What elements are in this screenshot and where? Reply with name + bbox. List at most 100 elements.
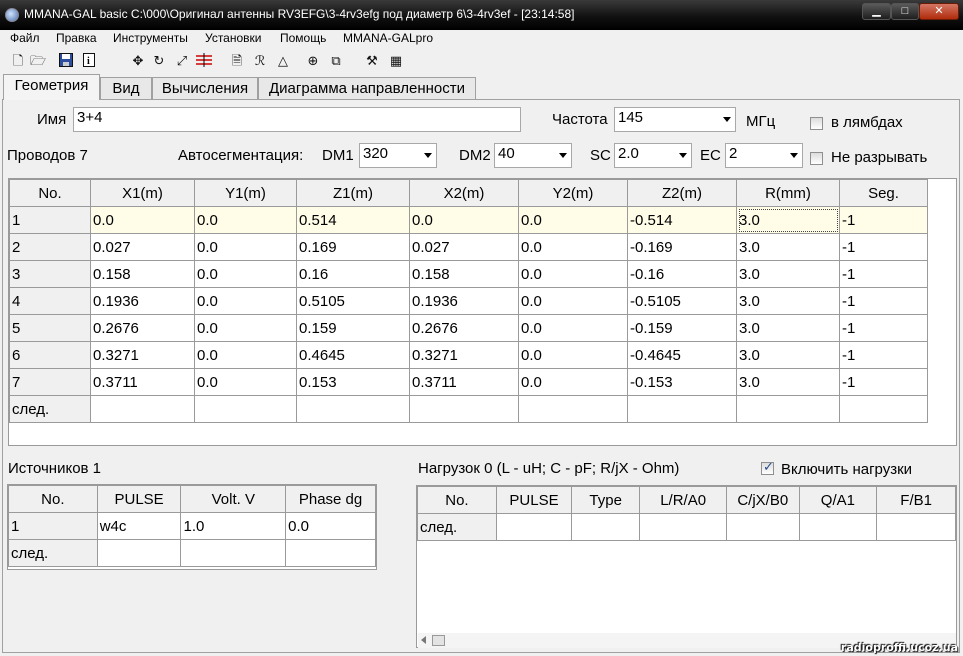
table-cell[interactable]: -1: [839, 233, 928, 261]
table-row[interactable]: 1 w4c 1.0 0.0: [8, 512, 376, 540]
table-cell[interactable]: 0.3711: [90, 368, 195, 396]
table-cell[interactable]: 0.153: [296, 368, 410, 396]
name-input[interactable]: 3+4: [73, 107, 521, 132]
table-cell[interactable]: 0.027: [90, 233, 195, 261]
table-cell[interactable]: 3.0: [736, 368, 840, 396]
table-cell[interactable]: 1.0: [180, 512, 287, 540]
menu-pro[interactable]: MMANA-GALpro: [343, 31, 433, 45]
table-cell[interactable]: 0.514: [296, 206, 410, 234]
minimize-button[interactable]: ▁: [862, 3, 891, 20]
open-folder-icon[interactable]: 🗁: [30, 53, 46, 69]
table-cell[interactable]: 0.16: [296, 260, 410, 288]
column-header[interactable]: No.: [8, 485, 98, 513]
tab-geometry[interactable]: Геометрия: [3, 74, 100, 100]
table-cell[interactable]: [627, 395, 737, 423]
ec-combo[interactable]: 2: [725, 143, 803, 168]
table-cell[interactable]: 0.0: [194, 368, 297, 396]
column-header[interactable]: F/B1: [876, 486, 956, 514]
enable-loads-checkbox[interactable]: ✓: [761, 459, 774, 475]
tab-calculations[interactable]: Вычисления: [152, 77, 258, 99]
table-cell[interactable]: [96, 539, 182, 567]
table-cell[interactable]: 3.0: [736, 260, 840, 288]
column-header[interactable]: Type: [571, 486, 641, 514]
row-header[interactable]: 6: [9, 341, 91, 369]
column-header[interactable]: PULSE: [495, 486, 573, 514]
table-cell[interactable]: [180, 539, 287, 567]
table-cell[interactable]: 3.0: [736, 287, 840, 315]
table-row-next[interactable]: след.: [8, 539, 376, 567]
table-cell[interactable]: [285, 539, 376, 567]
table-cell[interactable]: 0.1936: [90, 287, 195, 315]
menu-edit[interactable]: Правка: [56, 31, 97, 45]
table-cell[interactable]: 0.0: [194, 341, 297, 369]
column-header[interactable]: Volt. V: [180, 485, 287, 513]
table-cell[interactable]: 0.0: [285, 512, 376, 540]
resize-icon[interactable]: ⤢: [174, 53, 190, 69]
table-cell[interactable]: 0.0: [194, 233, 297, 261]
row-header[interactable]: 3: [9, 260, 91, 288]
table-cell[interactable]: 0.0: [518, 233, 628, 261]
table-cell[interactable]: 0.0: [518, 260, 628, 288]
table-cell[interactable]: -1: [839, 287, 928, 315]
copy-icon[interactable]: ⧉: [328, 53, 344, 69]
maximize-button[interactable]: □: [891, 3, 919, 20]
table-cell[interactable]: 3.0: [736, 341, 840, 369]
table-cell[interactable]: 0.2676: [409, 314, 519, 342]
table-cell[interactable]: -1: [839, 260, 928, 288]
dm2-combo[interactable]: 40: [494, 143, 572, 168]
table-cell[interactable]: 0.0: [194, 206, 297, 234]
row-header[interactable]: 5: [9, 314, 91, 342]
target-icon[interactable]: ⊕: [305, 53, 321, 69]
table-cell[interactable]: [90, 395, 195, 423]
table-cell[interactable]: [839, 395, 928, 423]
column-header[interactable]: No.: [9, 179, 91, 207]
table-cell[interactable]: 0.0: [90, 206, 195, 234]
rotate-icon[interactable]: ↻: [151, 53, 167, 69]
table-cell[interactable]: -0.159: [627, 314, 737, 342]
table-cell[interactable]: 0.0: [194, 314, 297, 342]
sheet-icon[interactable]: 🗎: [229, 53, 245, 69]
table-cell[interactable]: -0.169: [627, 233, 737, 261]
table-row[interactable]: 2 0.027 0.0 0.169 0.027 0.0 -0.169 3.0 -…: [9, 233, 928, 261]
triangle-icon[interactable]: △: [275, 53, 291, 69]
table-cell[interactable]: 0.0: [518, 341, 628, 369]
table-cell[interactable]: 0.3271: [90, 341, 195, 369]
column-header[interactable]: Phase dg: [285, 485, 376, 513]
sc-combo[interactable]: 2.0: [614, 143, 692, 168]
menu-settings[interactable]: Установки: [205, 31, 261, 45]
column-header[interactable]: No.: [417, 486, 497, 514]
app-icon[interactable]: [5, 8, 19, 22]
table-cell[interactable]: 0.0: [518, 368, 628, 396]
menu-tools[interactable]: Инструменты: [113, 31, 188, 45]
table-row[interactable]: 6 0.3271 0.0 0.4645 0.3271 0.0 -0.4645 3…: [9, 341, 928, 369]
table-cell[interactable]: 3.0: [736, 233, 840, 261]
table-cell[interactable]: 0.027: [409, 233, 519, 261]
table-cell[interactable]: 0.0: [518, 206, 628, 234]
table-row[interactable]: 5 0.2676 0.0 0.159 0.2676 0.0 -0.159 3.0…: [9, 314, 928, 342]
table-cell[interactable]: -0.16: [627, 260, 737, 288]
new-file-icon[interactable]: 🗋: [10, 53, 26, 69]
table-cell[interactable]: 0.5105: [296, 287, 410, 315]
table-row[interactable]: 7 0.3711 0.0 0.153 0.3711 0.0 -0.153 3.0…: [9, 368, 928, 396]
table-cell[interactable]: [571, 513, 641, 541]
table-cell[interactable]: 0.0: [194, 260, 297, 288]
scroll-thumb[interactable]: [432, 635, 445, 646]
table-cell[interactable]: -1: [839, 206, 928, 234]
tab-pattern[interactable]: Диаграмма направленности: [258, 77, 476, 99]
table-row-next[interactable]: след.: [9, 395, 928, 423]
table-cell[interactable]: 3.0: [736, 206, 840, 234]
table-cell[interactable]: [495, 513, 573, 541]
table-cell[interactable]: 0.0: [194, 287, 297, 315]
tab-view[interactable]: Вид: [100, 77, 152, 99]
formula-icon[interactable]: ℛ: [252, 53, 268, 69]
table-cell[interactable]: -1: [839, 314, 928, 342]
table-cell[interactable]: -0.514: [627, 206, 737, 234]
table-cell[interactable]: 0.0: [518, 287, 628, 315]
table-cell[interactable]: [726, 513, 800, 541]
column-header[interactable]: C/jX/B0: [726, 486, 800, 514]
table-cell[interactable]: 0.0: [409, 206, 519, 234]
column-header[interactable]: Q/A1: [798, 486, 878, 514]
calculator-icon[interactable]: ▦: [388, 53, 404, 69]
dm1-combo[interactable]: 320: [359, 143, 437, 168]
column-header[interactable]: Seg.: [839, 179, 928, 207]
